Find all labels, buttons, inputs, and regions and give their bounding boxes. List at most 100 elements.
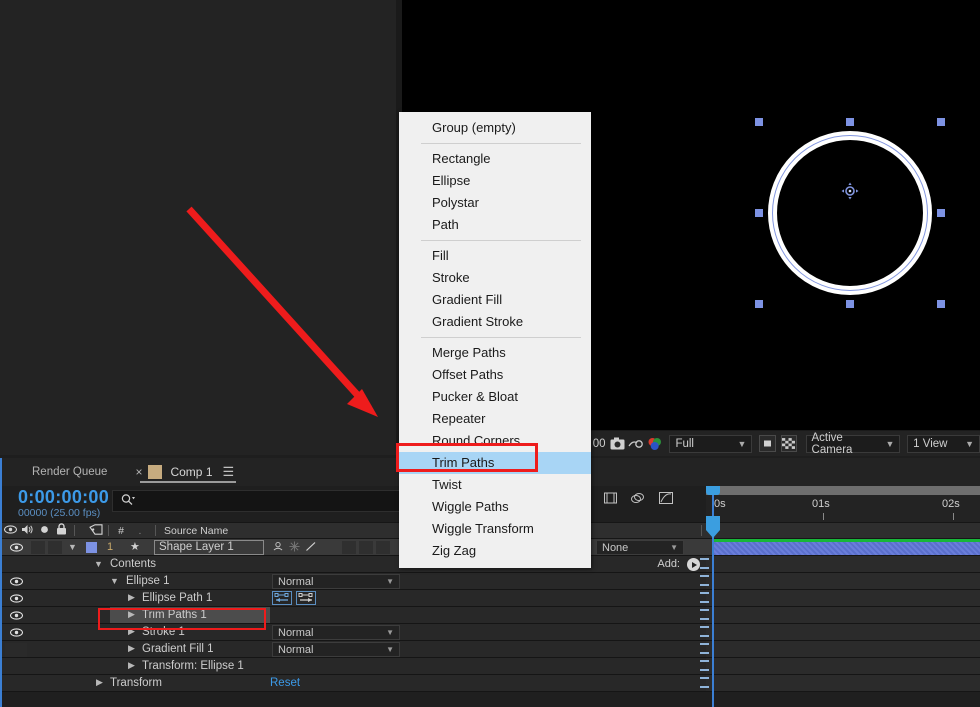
shape-layer-selection[interactable] xyxy=(755,118,945,308)
audio-toggle[interactable] xyxy=(31,541,45,554)
resolution-select[interactable]: Full ▼ xyxy=(669,435,752,453)
menu-item-repeater[interactable]: Repeater xyxy=(399,408,591,430)
visibility-toggle-off[interactable] xyxy=(5,643,27,657)
continuously-rasterize-toggle-icon[interactable] xyxy=(289,541,300,555)
solo-toggle[interactable] xyxy=(48,541,62,554)
keyframe-navigator[interactable] xyxy=(700,575,709,586)
chevron-right-icon[interactable]: ▶ xyxy=(128,592,135,603)
video-eye-icon[interactable] xyxy=(5,540,27,554)
reverse-path-left-icon[interactable] xyxy=(272,591,292,605)
switch-cell[interactable] xyxy=(376,541,390,554)
anchor-point-icon[interactable] xyxy=(841,182,859,200)
channel-rgb-icon[interactable] xyxy=(646,433,665,455)
menu-item-stroke[interactable]: Stroke xyxy=(399,267,591,289)
keyframe-navigator[interactable] xyxy=(700,609,709,620)
switch-cell[interactable] xyxy=(342,541,356,554)
menu-item-wiggle-paths[interactable]: Wiggle Paths xyxy=(399,496,591,518)
switch-cell[interactable] xyxy=(359,541,373,554)
keyframe-navigator[interactable] xyxy=(700,660,709,671)
chevron-right-icon[interactable]: ▶ xyxy=(128,643,135,654)
close-icon[interactable]: × xyxy=(135,465,142,479)
chevron-down-icon[interactable]: ▼ xyxy=(110,576,119,586)
table-row[interactable]: ▼ Ellipse 1 Normal ▼ xyxy=(2,573,980,590)
selection-handle-br[interactable] xyxy=(937,300,945,308)
audio-speaker-icon[interactable] xyxy=(19,524,36,538)
work-area-bar[interactable] xyxy=(706,486,980,495)
chevron-right-icon[interactable]: ▶ xyxy=(128,626,135,637)
viewer-timecode[interactable]: 00 xyxy=(590,438,609,450)
visibility-eye-icon[interactable] xyxy=(5,625,27,639)
menu-item-fill[interactable]: Fill xyxy=(399,245,591,267)
menu-item-zig-zag[interactable]: Zig Zag xyxy=(399,540,591,562)
selection-handle-bc[interactable] xyxy=(846,300,854,308)
keyframe-navigator[interactable] xyxy=(700,558,709,569)
menu-item-ellipse[interactable]: Ellipse xyxy=(399,170,591,192)
table-row[interactable]: ▶ Ellipse Path 1 xyxy=(2,590,980,607)
playhead-marker[interactable] xyxy=(706,516,720,538)
menu-item-path[interactable]: Path xyxy=(399,214,591,236)
menu-item-twist[interactable]: Twist xyxy=(399,474,591,496)
chevron-right-icon[interactable]: ▶ xyxy=(128,609,135,620)
visibility-eye-icon[interactable] xyxy=(5,591,27,605)
selection-handle-tl[interactable] xyxy=(755,118,763,126)
lock-icon[interactable] xyxy=(53,523,70,538)
keyframe-navigator[interactable] xyxy=(700,677,709,688)
menu-item-pucker-bloat[interactable]: Pucker & Bloat xyxy=(399,386,591,408)
keyframe-navigator[interactable] xyxy=(700,626,709,637)
chevron-right-icon[interactable]: ▶ xyxy=(96,677,103,688)
transparency-grid-icon[interactable] xyxy=(781,435,797,452)
add-shape-button[interactable] xyxy=(687,558,700,571)
add-shape-context-menu[interactable]: Group (empty) Rectangle Ellipse Polystar… xyxy=(399,112,591,568)
table-row[interactable]: ▶ Gradient Fill 1 Normal ▼ xyxy=(2,641,980,658)
menu-item-round-corners[interactable]: Round Corners xyxy=(399,430,591,452)
selection-handle-mr[interactable] xyxy=(937,209,945,217)
menu-item-group-empty[interactable]: Group (empty) xyxy=(399,117,591,139)
show-snapshot-icon[interactable] xyxy=(627,433,646,455)
blend-mode-select[interactable]: Normal ▼ xyxy=(272,642,400,657)
menu-item-gradient-stroke[interactable]: Gradient Stroke xyxy=(399,311,591,333)
graph-editor-icon[interactable] xyxy=(659,492,673,507)
selection-handle-bl[interactable] xyxy=(755,300,763,308)
menu-item-offset-paths[interactable]: Offset Paths xyxy=(399,364,591,386)
menu-item-merge-paths[interactable]: Merge Paths xyxy=(399,342,591,364)
source-name-header[interactable]: Source Name xyxy=(164,525,228,537)
selection-handle-tc[interactable] xyxy=(846,118,854,126)
selection-handle-ml[interactable] xyxy=(755,209,763,217)
region-of-interest-icon[interactable] xyxy=(759,435,775,452)
motion-blur-icon[interactable] xyxy=(631,492,645,507)
label-tag-icon[interactable] xyxy=(87,524,104,538)
draft-3d-icon[interactable] xyxy=(604,492,617,507)
layer-expand-chevron-icon[interactable]: ▼ xyxy=(68,542,77,552)
search-input[interactable] xyxy=(112,490,400,512)
timeline-ruler[interactable]: 0s 01s 02s xyxy=(706,486,980,522)
menu-item-rectangle[interactable]: Rectangle xyxy=(399,148,591,170)
camera-view-select[interactable]: Active Camera ▼ xyxy=(806,435,901,453)
visibility-eye-icon[interactable] xyxy=(5,608,27,622)
layer-name-field[interactable]: Shape Layer 1 xyxy=(154,540,264,555)
chevron-right-icon[interactable]: ▶ xyxy=(128,660,135,671)
current-timecode[interactable]: 0:00:00:00 xyxy=(18,487,109,508)
layer-duration-bar[interactable] xyxy=(714,542,980,555)
quality-toggle-icon[interactable] xyxy=(305,541,317,555)
blend-mode-select[interactable]: Normal ▼ xyxy=(272,625,400,640)
reverse-path-right-icon[interactable] xyxy=(296,591,316,605)
selection-handle-tr[interactable] xyxy=(937,118,945,126)
video-eye-icon[interactable] xyxy=(2,525,19,537)
table-row[interactable]: ▶ Transform Reset xyxy=(2,675,980,692)
shy-toggle-icon[interactable] xyxy=(272,541,284,554)
keyframe-navigator[interactable] xyxy=(700,643,709,654)
menu-item-trim-paths[interactable]: Trim Paths xyxy=(399,452,591,474)
panel-menu-icon[interactable]: ☰ xyxy=(223,464,235,480)
work-area-start-handle[interactable] xyxy=(706,486,720,495)
snapshot-camera-icon[interactable] xyxy=(609,433,628,455)
blend-mode-select[interactable]: Normal ▼ xyxy=(272,574,400,589)
table-row[interactable]: ▶ Trim Paths 1 xyxy=(2,607,980,624)
menu-item-wiggle-transform[interactable]: Wiggle Transform xyxy=(399,518,591,540)
keyframe-navigator[interactable] xyxy=(700,592,709,603)
menu-item-polystar[interactable]: Polystar xyxy=(399,192,591,214)
visibility-eye-icon[interactable] xyxy=(5,574,27,588)
solo-dot-icon[interactable] xyxy=(36,524,53,538)
tab-render-queue[interactable]: Render Queue xyxy=(22,466,117,478)
menu-item-gradient-fill[interactable]: Gradient Fill xyxy=(399,289,591,311)
layer-color-swatch[interactable] xyxy=(86,542,97,553)
